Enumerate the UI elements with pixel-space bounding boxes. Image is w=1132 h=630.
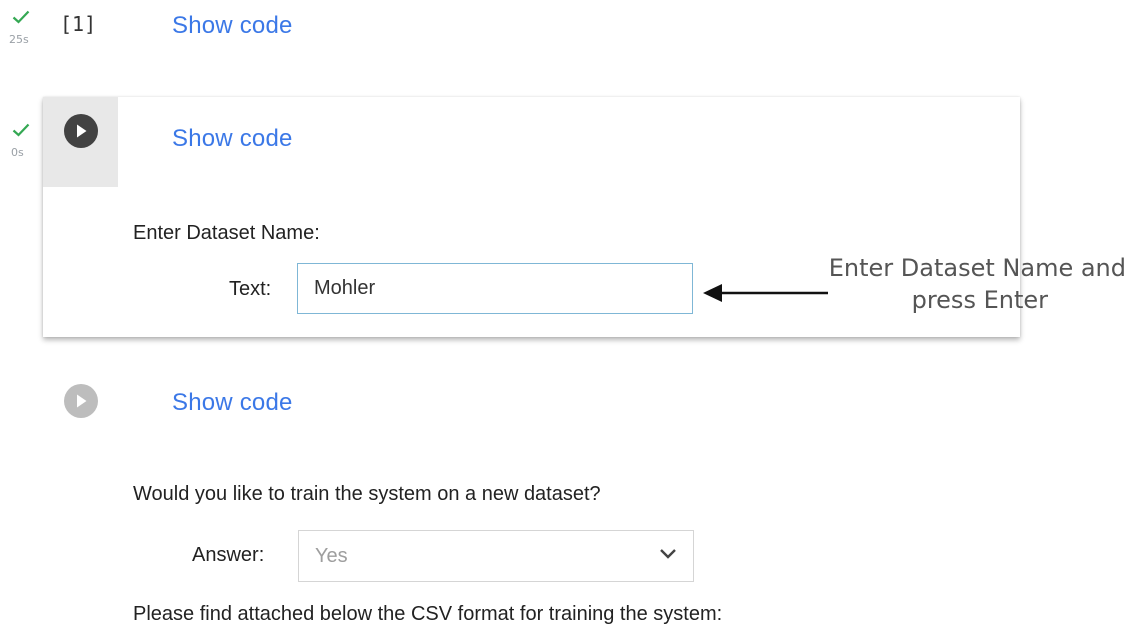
show-code-link[interactable]: Show code <box>172 12 293 40</box>
play-icon[interactable] <box>64 384 98 418</box>
check-icon <box>12 8 30 28</box>
answer-selected-value: Yes <box>315 544 348 567</box>
answer-dropdown[interactable]: Yes <box>298 530 694 582</box>
arrow-left-icon <box>700 280 830 311</box>
csv-format-note: Please find attached below the CSV forma… <box>133 603 723 625</box>
annotation-callout: Enter Dataset Name and press Enter <box>829 252 1126 316</box>
annotation-line-2: press Enter <box>911 286 1048 314</box>
dataset-name-input[interactable] <box>297 263 693 314</box>
question-text: Would you like to train the system on a … <box>133 483 601 505</box>
show-code-link[interactable]: Show code <box>172 125 293 153</box>
annotation-line-1: Enter Dataset Name and <box>828 254 1126 282</box>
text-field-label: Text: <box>229 278 272 300</box>
execution-time: 25s <box>9 33 29 46</box>
execution-time: 0s <box>11 146 24 159</box>
answer-label: Answer: <box>192 544 265 566</box>
show-code-link[interactable]: Show code <box>172 389 293 417</box>
check-icon <box>12 123 30 142</box>
execution-count: [1] <box>60 12 97 36</box>
chevron-down-icon <box>659 547 677 565</box>
form-title: Enter Dataset Name: <box>133 222 320 244</box>
play-icon[interactable] <box>64 114 98 148</box>
